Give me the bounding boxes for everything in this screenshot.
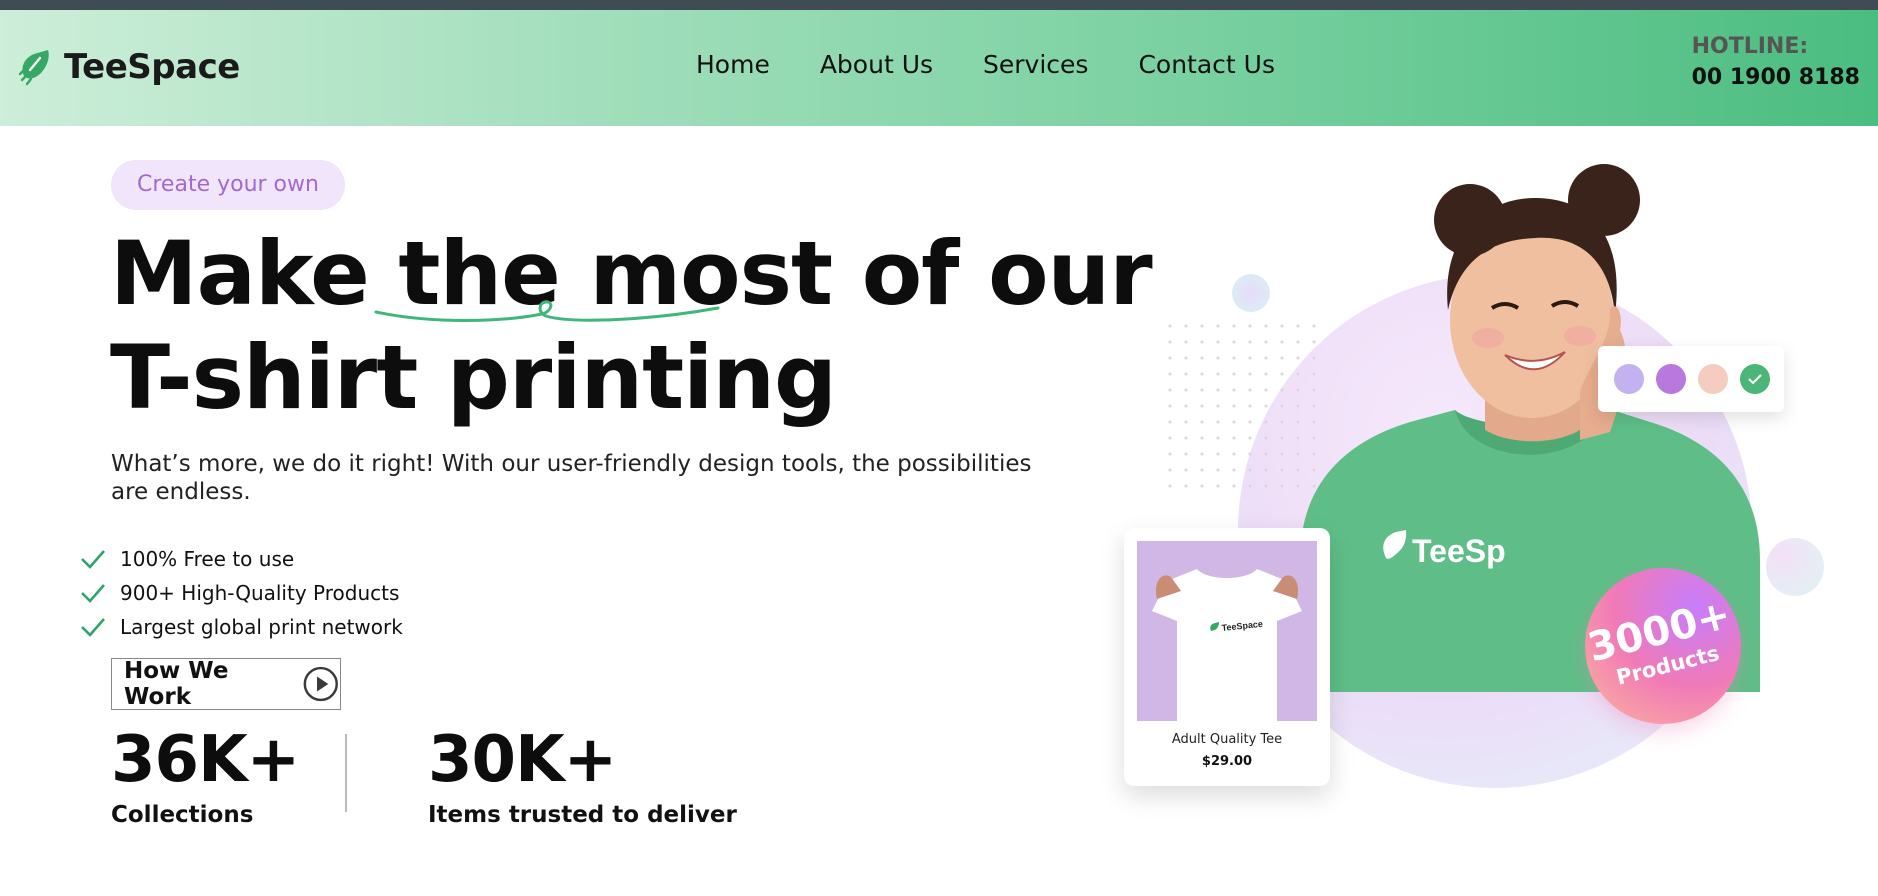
swatch-lavender[interactable] (1614, 364, 1644, 394)
nav-services[interactable]: Services (983, 50, 1088, 79)
hotline: HOTLINE: 00 1900 8188 (1692, 34, 1860, 90)
nav-about-us[interactable]: About Us (820, 50, 933, 79)
feature-text: 900+ High-Quality Products (120, 581, 400, 605)
hero-description: What’s more, we do it right! With our us… (111, 451, 1032, 505)
site-header: TeeSpace Home About Us Services Contact … (0, 10, 1878, 126)
hotline-label: HOTLINE: (1691, 34, 1809, 59)
check-icon (1748, 374, 1762, 385)
stat-collections: 36K+ Collections (111, 723, 300, 828)
stat-value: 30K+ (428, 723, 617, 797)
swatch-purple[interactable] (1656, 364, 1686, 394)
feature-list: 100% Free to use 900+ High-Quality Produ… (80, 542, 403, 644)
stat-items-delivered: 30K+ Items trusted to deliver (428, 728, 737, 828)
stat-value: 36K+ (111, 723, 300, 797)
brand-logo[interactable]: TeeSpace (14, 46, 240, 88)
feature-text: 100% Free to use (120, 547, 295, 571)
check-icon (81, 618, 105, 637)
squiggle-underline (374, 300, 720, 322)
top-strip (0, 0, 1878, 10)
stat-label: Items trusted to deliver (428, 802, 737, 828)
how-we-work-label: How We Work (124, 658, 229, 710)
check-icon (81, 584, 105, 603)
stat-divider (345, 734, 347, 812)
create-your-own-badge: Create your own (111, 160, 345, 210)
product-price: $29.00 (1201, 754, 1253, 769)
nav-home[interactable]: Home (696, 50, 770, 79)
hero-title-line-2: T-shirt printing (110, 326, 837, 429)
color-picker-card (1598, 346, 1784, 412)
main-nav: Home About Us Services Contact Us (696, 50, 1275, 79)
nav-contact-us[interactable]: Contact Us (1138, 50, 1275, 79)
play-circle-icon (304, 666, 339, 702)
brand-name: TeeSpace (64, 47, 240, 87)
how-we-work-button[interactable]: How We Work (111, 658, 341, 710)
products-count-badge: 3000+ Products (1584, 568, 1741, 724)
feature-text: Largest global print network (120, 615, 403, 639)
stat-label: Collections (111, 802, 254, 828)
swatch-peach[interactable] (1698, 364, 1728, 394)
feature-item: Largest global print network (80, 610, 403, 644)
swatch-green-selected[interactable] (1740, 364, 1770, 394)
feature-item: 900+ High-Quality Products (80, 576, 403, 610)
tshirt-illustration: TeeSpace (1152, 569, 1302, 721)
check-icon (81, 550, 105, 569)
product-name: Adult Quality Tee (1171, 732, 1283, 747)
feature-item: 100% Free to use (80, 542, 403, 576)
decor-bubble (1232, 274, 1270, 312)
hotline-number[interactable]: 00 1900 8188 (1692, 65, 1860, 90)
product-card[interactable]: TeeSpace Adult Quality Tee $29.00 (1124, 528, 1330, 786)
product-image: TeeSpace (1137, 541, 1317, 721)
hero-illustration: TeeSp TeeSpace Adult Quality Tee $29.00 … (1100, 140, 1878, 880)
rocket-logo-icon (18, 50, 49, 86)
hoodie-print-text: TeeSp (1412, 533, 1506, 569)
